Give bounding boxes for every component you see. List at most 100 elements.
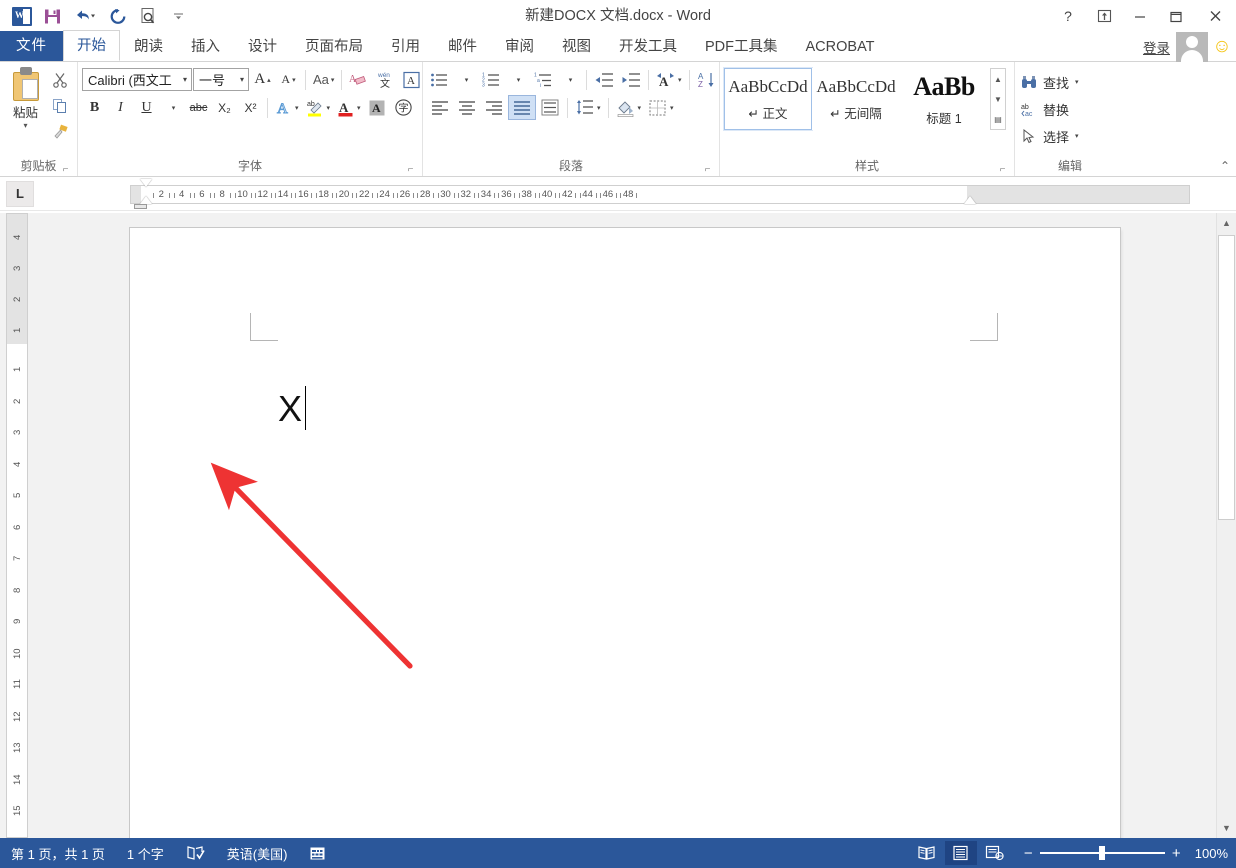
tab-mailings[interactable]: 邮件 [434, 31, 491, 61]
increase-indent-icon[interactable] [618, 67, 644, 92]
collapse-ribbon-icon[interactable]: ⌃ [1220, 159, 1230, 173]
font-size-combo[interactable]: 一号 ▾ [193, 68, 249, 91]
font-size-chevron-down-icon[interactable]: ▾ [238, 75, 246, 84]
styles-more-icon[interactable]: ▤ [991, 109, 1005, 129]
tab-view[interactable]: 视图 [548, 31, 605, 61]
signin-link[interactable]: 登录 [1143, 37, 1176, 57]
tab-design[interactable]: 设计 [234, 31, 291, 61]
hanging-indent-marker[interactable] [140, 196, 152, 204]
vertical-ruler[interactable]: 4321123456789101112131415161718 [6, 213, 28, 838]
multilevel-list-icon[interactable]: 1 a i [531, 67, 556, 92]
zoom-out-button[interactable]: − [1022, 845, 1035, 862]
asian-layout-icon[interactable]: A ▾ [653, 67, 685, 92]
document-canvas[interactable]: X [30, 213, 1210, 838]
sort-icon[interactable]: A Z [694, 67, 720, 92]
shrink-font-button[interactable]: A ▾ [276, 67, 301, 92]
maximize-button[interactable] [1158, 0, 1194, 32]
grow-font-button[interactable]: A ▴ [250, 67, 275, 92]
page-count[interactable]: 第 1 页，共 1 页 [0, 838, 116, 868]
customize-qat-icon[interactable] [164, 3, 192, 29]
font-dialog-launcher[interactable]: ⌐ [405, 164, 416, 175]
strikethrough-button[interactable]: abc [186, 95, 211, 120]
decrease-indent-icon[interactable] [591, 67, 617, 92]
bullets-icon[interactable] [427, 67, 452, 92]
left-indent-marker[interactable] [134, 204, 147, 209]
tab-read-aloud[interactable]: 朗读 [120, 31, 177, 61]
italic-button[interactable]: I [108, 95, 133, 120]
font-name-chevron-down-icon[interactable]: ▾ [181, 75, 189, 84]
font-name-combo[interactable]: Calibri (西文工 ▾ [82, 68, 192, 91]
phonetic-guide-icon[interactable]: wén 文 [372, 67, 398, 92]
first-line-indent-marker[interactable] [140, 179, 152, 187]
feedback-smiley-icon[interactable]: ☺ [1208, 32, 1236, 62]
underline-dropdown-arrow[interactable]: ▾ [160, 95, 185, 120]
tab-references[interactable]: 引用 [377, 31, 434, 61]
horizontal-ruler[interactable]: 8642246810121416182022242628303234363840… [130, 185, 1190, 204]
align-center-button[interactable] [454, 95, 480, 120]
zoom-slider[interactable] [1039, 838, 1165, 868]
select-chevron-down-icon[interactable]: ▾ [1075, 132, 1079, 140]
tab-review[interactable]: 审阅 [491, 31, 548, 61]
style-heading-1[interactable]: AaBb 标题 1 [900, 68, 988, 130]
styles-scroll-down-icon[interactable]: ▼ [991, 89, 1005, 109]
font-color-icon[interactable]: A ▾ [334, 95, 364, 120]
help-button[interactable]: ? [1050, 0, 1086, 32]
document-text[interactable]: X [278, 388, 302, 430]
print-preview-icon[interactable] [134, 3, 162, 29]
borders-icon[interactable]: ▾ [645, 95, 677, 120]
format-painter-icon[interactable] [47, 119, 73, 144]
tab-acrobat[interactable]: ACROBAT [792, 31, 889, 61]
tab-insert[interactable]: 插入 [177, 31, 234, 61]
numbering-dropdown-arrow[interactable]: ▾ [505, 67, 530, 92]
align-left-button[interactable] [427, 95, 453, 120]
line-spacing-icon[interactable]: ▾ [572, 95, 604, 120]
character-border-icon[interactable]: A [399, 67, 424, 92]
highlight-icon[interactable]: ab ▾ [303, 95, 334, 120]
enclose-characters-icon[interactable]: 字 [391, 95, 416, 120]
tab-pdf-tools[interactable]: PDF工具集 [691, 31, 792, 61]
cut-icon[interactable] [47, 67, 73, 92]
underline-button[interactable]: U [134, 95, 159, 120]
bold-button[interactable]: B [82, 95, 107, 120]
tab-file[interactable]: 文件 [0, 31, 63, 61]
undo-icon[interactable] [68, 3, 102, 29]
vertical-scrollbar[interactable]: ▲ ▼ [1216, 213, 1236, 838]
tab-page-layout[interactable]: 页面布局 [291, 31, 377, 61]
styles-scroll-up-icon[interactable]: ▲ [991, 69, 1005, 89]
view-read-mode[interactable] [911, 841, 943, 865]
bullets-dropdown-arrow[interactable]: ▾ [453, 67, 478, 92]
view-print-layout[interactable] [944, 841, 977, 865]
tab-home[interactable]: 开始 [63, 30, 120, 61]
scroll-thumb[interactable] [1218, 235, 1235, 520]
language-status[interactable]: 英语(美国) [216, 838, 299, 868]
macro-record-icon[interactable] [298, 838, 337, 868]
multilevel-dropdown-arrow[interactable]: ▾ [557, 67, 582, 92]
paste-button[interactable]: 粘贴 ▾ [4, 65, 47, 130]
copy-icon[interactable] [47, 93, 73, 118]
distribute-button[interactable] [537, 95, 563, 120]
scroll-down-icon[interactable]: ▼ [1217, 818, 1236, 838]
find-chevron-down-icon[interactable]: ▾ [1075, 78, 1079, 86]
replace-button[interactable]: ab ac 替换 [1019, 96, 1079, 122]
zoom-in-button[interactable]: + [1170, 845, 1183, 862]
text-effects-icon[interactable]: A ▾ [272, 95, 302, 120]
close-button[interactable] [1194, 0, 1236, 32]
redo-icon[interactable] [104, 3, 132, 29]
paragraph-dialog-launcher[interactable]: ⌐ [702, 164, 713, 175]
zoom-level[interactable]: 100% [1183, 846, 1228, 861]
select-button[interactable]: 选择 ▾ [1019, 123, 1079, 149]
numbering-icon[interactable]: 1 2 3 [479, 67, 504, 92]
save-icon[interactable] [38, 3, 66, 29]
justify-button[interactable] [508, 95, 536, 120]
align-right-button[interactable] [481, 95, 507, 120]
zoom-slider-thumb[interactable] [1098, 846, 1105, 860]
shading-icon[interactable]: ▾ [613, 95, 645, 120]
word-count[interactable]: 1 个字 [116, 838, 175, 868]
character-shading-icon[interactable]: A [365, 95, 390, 120]
tab-developer[interactable]: 开发工具 [605, 31, 691, 61]
right-indent-marker[interactable] [964, 196, 976, 204]
clipboard-dialog-launcher[interactable]: ⌐ [60, 164, 71, 175]
scroll-up-icon[interactable]: ▲ [1217, 213, 1236, 233]
tab-stop-selector[interactable]: L [6, 180, 34, 207]
style-no-spacing[interactable]: AaBbCcDd ↵ 无间隔 [812, 68, 900, 130]
